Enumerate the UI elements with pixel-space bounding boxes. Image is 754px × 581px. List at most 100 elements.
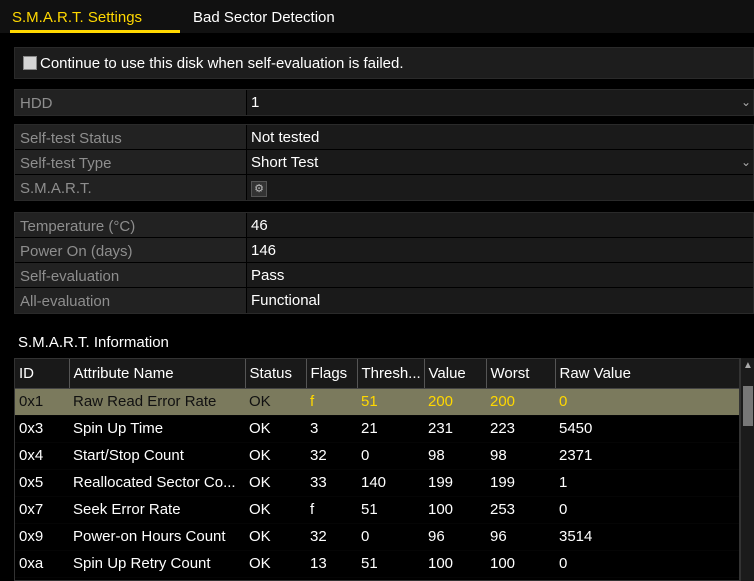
- table-cell: 140: [357, 469, 424, 497]
- table-cell: 2371: [555, 442, 739, 470]
- scrollbar-thumb[interactable]: [743, 386, 753, 426]
- temperature-label: Temperature (°C): [15, 213, 247, 237]
- column-header-id[interactable]: ID: [15, 359, 70, 389]
- power-on-label: Power On (days): [15, 238, 247, 262]
- table-cell: 199: [424, 469, 486, 497]
- table-cell: Power-on Hours Count: [69, 523, 245, 551]
- table-row[interactable]: 0x3 Spin Up Time OK 3 21 231 223 5450: [15, 415, 739, 443]
- table-cell: Spin Up Retry Count: [69, 550, 245, 578]
- column-header-attribute-name[interactable]: Attribute Name: [69, 359, 246, 389]
- table-cell: 0: [357, 442, 424, 470]
- table-cell: 98: [424, 442, 486, 470]
- self-test-status-value: Not tested: [247, 125, 753, 149]
- smart-information-title: S.M.A.R.T. Information: [18, 334, 169, 351]
- table-cell: OK: [245, 388, 306, 416]
- table-cell: 199: [486, 469, 555, 497]
- smart-row: S.M.A.R.T. ⚙: [15, 175, 753, 200]
- table-cell: Start/Stop Count: [69, 442, 245, 470]
- table-cell: 1: [555, 469, 739, 497]
- table-cell: 231: [424, 415, 486, 443]
- table-cell: 0x3: [15, 415, 69, 443]
- all-evaluation-row: All-evaluation Functional: [15, 288, 753, 313]
- column-header-status[interactable]: Status: [245, 359, 307, 389]
- tab-bad-sector-detection[interactable]: Bad Sector Detection: [193, 9, 335, 26]
- hdd-value: 1: [251, 94, 260, 111]
- hdd-select[interactable]: 1 ⌄: [247, 90, 753, 115]
- table-cell: 51: [357, 388, 424, 416]
- table-cell: OK: [245, 469, 306, 497]
- table-cell: 0xa: [15, 550, 69, 578]
- table-cell: OK: [245, 415, 306, 443]
- table-cell: 96: [424, 523, 486, 551]
- table-cell: 13: [306, 550, 357, 578]
- self-test-type-value: Short Test: [251, 154, 319, 171]
- power-on-value: 146: [247, 238, 753, 262]
- table-row[interactable]: 0xa Spin Up Retry Count OK 13 51 100 100 0: [15, 550, 739, 578]
- self-evaluation-label: Self-evaluation: [15, 263, 247, 287]
- table-cell: 3: [306, 415, 357, 443]
- all-evaluation-label: All-evaluation: [15, 288, 247, 313]
- column-header-threshold[interactable]: Thresh...: [357, 359, 425, 389]
- scroll-up-icon[interactable]: ▲: [743, 360, 753, 371]
- table-header-row: ID Attribute Name Status Flags Thresh...…: [15, 359, 739, 389]
- table-cell: 98: [486, 442, 555, 470]
- table-cell: 96: [486, 523, 555, 551]
- table-cell: 0: [555, 496, 739, 524]
- table-cell: 32: [306, 442, 357, 470]
- table-cell: 5450: [555, 415, 739, 443]
- continue-option-row: Continue to use this disk when self-eval…: [14, 47, 754, 79]
- table-row[interactable]: 0x9 Power-on Hours Count OK 32 0 96 96 3514: [15, 523, 739, 551]
- table-cell: OK: [245, 442, 306, 470]
- hdd-field-block: HDD 1 ⌄: [14, 89, 754, 116]
- column-header-worst[interactable]: Worst: [486, 359, 556, 389]
- table-row[interactable]: 0x5 Reallocated Sector Co... OK 33 140 199 199…: [15, 469, 739, 497]
- power-on-row: Power On (days) 146: [15, 238, 753, 263]
- table-cell: 200: [424, 388, 486, 416]
- column-header-raw-value[interactable]: Raw Value: [555, 359, 739, 389]
- temperature-value: 46: [247, 213, 753, 237]
- hdd-label: HDD: [15, 90, 247, 115]
- continue-checkbox-label: Continue to use this disk when self-eval…: [40, 54, 404, 72]
- table-cell: 100: [424, 550, 486, 578]
- table-cell: 100: [486, 550, 555, 578]
- self-evaluation-value: Pass: [247, 263, 753, 287]
- hdd-row: HDD 1 ⌄: [15, 90, 753, 115]
- table-row[interactable]: 0x4 Start/Stop Count OK 32 0 98 98 2371: [15, 442, 739, 470]
- smart-label: S.M.A.R.T.: [15, 175, 247, 200]
- table-cell: 0: [555, 388, 739, 416]
- smart-value-cell: ⚙: [247, 175, 753, 200]
- table-cell: 0x5: [15, 469, 69, 497]
- active-tab-underline: [10, 30, 180, 33]
- table-cell: 0x4: [15, 442, 69, 470]
- table-cell: OK: [245, 496, 306, 524]
- column-header-flags[interactable]: Flags: [306, 359, 358, 389]
- continue-checkbox[interactable]: [23, 56, 37, 70]
- table-cell: 100: [424, 496, 486, 524]
- table-cell: 21: [357, 415, 424, 443]
- table-cell: 0x9: [15, 523, 69, 551]
- table-row[interactable]: 0x7 Seek Error Rate OK f 51 100 253 0: [15, 496, 739, 524]
- chevron-down-icon[interactable]: ⌄: [741, 95, 751, 109]
- evaluation-block: Temperature (°C) 46 Power On (days) 146 …: [14, 212, 754, 314]
- table-cell: 0x7: [15, 496, 69, 524]
- tab-smart-settings[interactable]: S.M.A.R.T. Settings: [12, 9, 142, 26]
- smart-test-gear-icon[interactable]: ⚙: [251, 181, 267, 197]
- table-row[interactable]: 0x1 Raw Read Error Rate OK f 51 200 200 0: [15, 388, 739, 416]
- table-cell: f: [306, 388, 357, 416]
- self-test-type-label: Self-test Type: [15, 150, 247, 174]
- table-cell: 200: [486, 388, 555, 416]
- self-test-type-select[interactable]: Short Test ⌄: [247, 150, 753, 174]
- table-cell: OK: [245, 523, 306, 551]
- smart-information-table: ID Attribute Name Status Flags Thresh...…: [14, 358, 740, 581]
- table-scrollbar[interactable]: ▲: [740, 358, 754, 581]
- table-cell: OK: [245, 550, 306, 578]
- self-evaluation-row: Self-evaluation Pass: [15, 263, 753, 288]
- chevron-down-icon[interactable]: ⌄: [741, 155, 751, 169]
- all-evaluation-value: Functional: [247, 288, 753, 313]
- table-cell: 51: [357, 550, 424, 578]
- table-cell: 223: [486, 415, 555, 443]
- table-cell: 0: [555, 550, 739, 578]
- column-header-value[interactable]: Value: [424, 359, 487, 389]
- table-cell: 32: [306, 523, 357, 551]
- table-cell: Raw Read Error Rate: [69, 388, 245, 416]
